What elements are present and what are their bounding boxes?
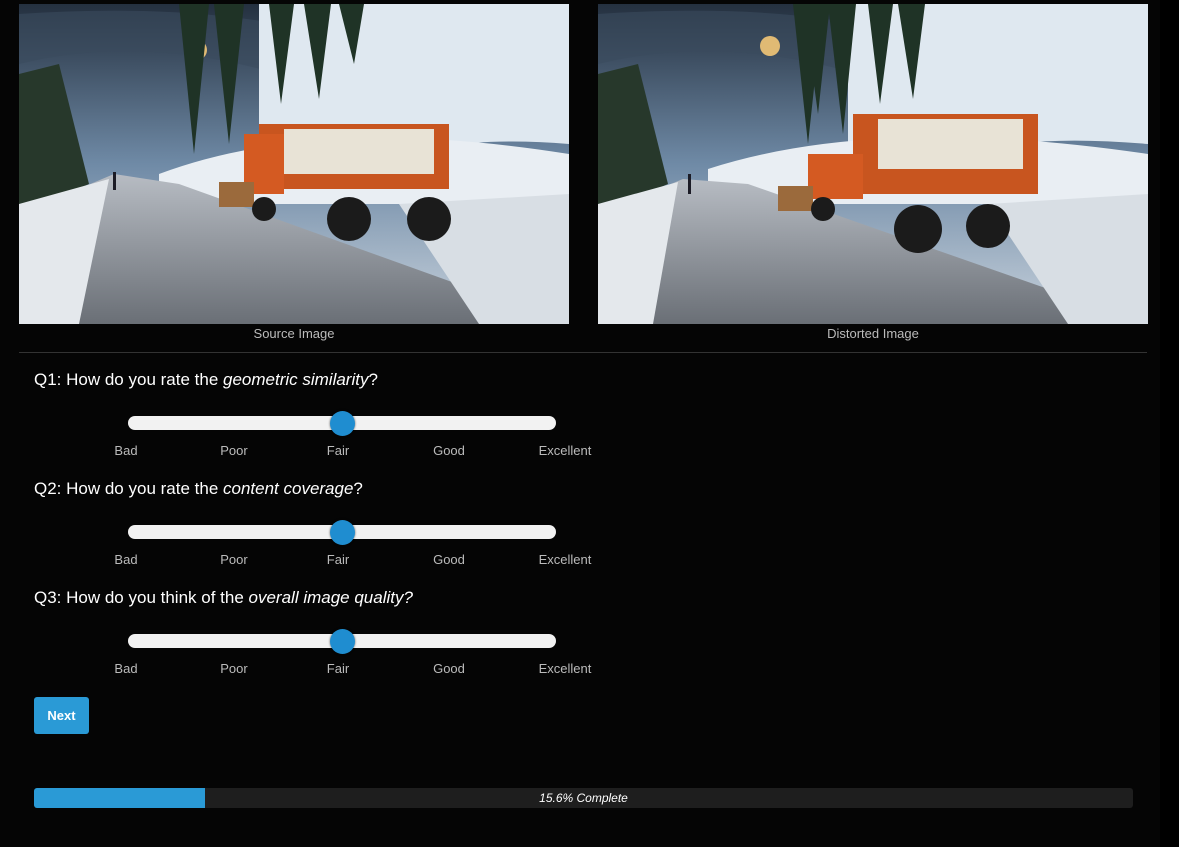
progress-bar: 15.6% Complete xyxy=(34,788,1133,808)
divider xyxy=(19,352,1147,353)
q3-label-fair: Fair xyxy=(326,661,350,676)
q1-label-excellent: Excellent xyxy=(538,443,592,458)
progress-label: 15.6% Complete xyxy=(539,791,628,805)
q1-label-good: Good xyxy=(433,443,465,458)
question-3-slider[interactable] xyxy=(128,629,556,654)
question-2-suffix: ? xyxy=(353,479,363,498)
question-2-prefix: Q2: How do you rate the xyxy=(34,479,223,498)
question-2-slider-thumb[interactable] xyxy=(330,520,355,545)
q3-label-excellent: Excellent xyxy=(538,661,592,676)
q2-label-bad: Bad xyxy=(114,552,138,567)
question-1-slider[interactable] xyxy=(128,411,556,436)
question-3: Q3: How do you think of the overall imag… xyxy=(34,588,413,608)
question-3-prefix: Q3: How do you think of the xyxy=(34,588,249,607)
distorted-image-caption: Distorted Image xyxy=(827,326,919,341)
question-1: Q1: How do you rate the geometric simila… xyxy=(34,370,378,390)
question-2-emphasis: content coverage xyxy=(223,479,354,498)
question-3-emphasis: overall image quality? xyxy=(248,588,413,607)
question-1-emphasis: geometric similarity xyxy=(223,370,369,389)
question-1-suffix: ? xyxy=(368,370,378,389)
question-1-slider-thumb[interactable] xyxy=(330,411,355,436)
question-3-slider-thumb[interactable] xyxy=(330,629,355,654)
source-image-caption: Source Image xyxy=(253,326,335,341)
q1-label-poor: Poor xyxy=(220,443,248,458)
question-2-slider[interactable] xyxy=(128,520,556,545)
q1-label-bad: Bad xyxy=(114,443,138,458)
q3-label-good: Good xyxy=(433,661,465,676)
source-image xyxy=(19,4,569,324)
q2-label-excellent: Excellent xyxy=(538,552,592,567)
distorted-image xyxy=(598,4,1148,324)
next-button[interactable]: Next xyxy=(34,697,89,734)
q2-label-fair: Fair xyxy=(326,552,350,567)
question-2: Q2: How do you rate the content coverage… xyxy=(34,479,363,499)
q3-label-poor: Poor xyxy=(220,661,248,676)
page-edge xyxy=(1160,0,1179,847)
q2-label-good: Good xyxy=(433,552,465,567)
q1-label-fair: Fair xyxy=(326,443,350,458)
q2-label-poor: Poor xyxy=(220,552,248,567)
question-1-prefix: Q1: How do you rate the xyxy=(34,370,223,389)
q3-label-bad: Bad xyxy=(114,661,138,676)
